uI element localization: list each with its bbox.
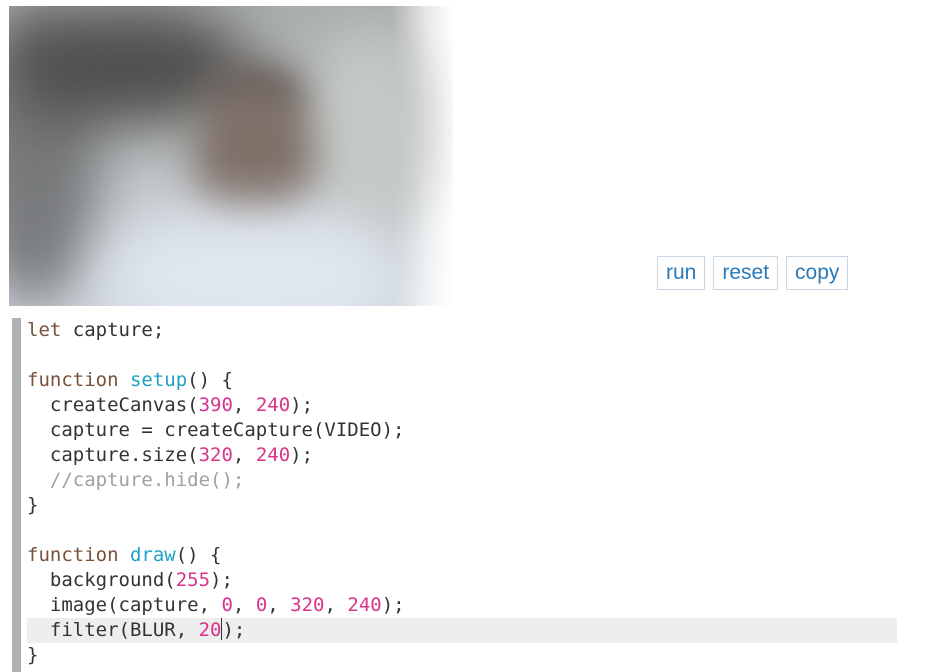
code-line[interactable]: image(capture, 0, 0, 320, 240); — [27, 593, 897, 618]
sketch-canvas — [9, 6, 453, 306]
code-text[interactable]: let capture; function setup() { createCa… — [27, 318, 897, 668]
code-line-empty[interactable] — [27, 518, 897, 543]
keyword-token: let — [27, 319, 62, 341]
code-line-empty[interactable] — [27, 343, 897, 368]
code-token: ); — [222, 619, 246, 641]
code-line[interactable]: background(255); — [27, 568, 897, 593]
code-token: , — [232, 594, 256, 616]
number-token: 240 — [255, 394, 291, 416]
code-line-active[interactable]: filter(BLUR, 20); — [27, 618, 897, 643]
code-token: background( — [27, 569, 176, 591]
code-token: capture; — [61, 319, 165, 341]
code-line[interactable]: function draw() { — [27, 543, 897, 568]
editor-gutter — [12, 318, 21, 672]
comment-token: //capture.hide(); — [27, 469, 245, 491]
code-line[interactable]: capture.size(320, 240); — [27, 443, 897, 468]
code-token: () { — [187, 369, 233, 391]
code-editor[interactable]: let capture; function setup() { createCa… — [9, 318, 897, 672]
code-line[interactable]: let capture; — [27, 318, 897, 343]
number-token: 320 — [290, 594, 325, 616]
code-line[interactable]: //capture.hide(); — [27, 468, 897, 493]
keyword-token: function — [27, 544, 119, 566]
number-token: 240 — [255, 444, 291, 466]
code-token: , — [232, 394, 256, 416]
code-token: capture = createCapture(VIDEO); — [27, 419, 405, 441]
number-token: 320 — [198, 444, 233, 466]
code-line[interactable]: } — [27, 493, 897, 518]
video-wall-region — [309, 26, 429, 236]
code-token: capture.size( — [27, 444, 199, 466]
code-line[interactable]: capture = createCapture(VIDEO); — [27, 418, 897, 443]
number-token: 255 — [175, 569, 211, 591]
copy-button[interactable]: copy — [786, 256, 849, 290]
editor-controls: run reset copy — [657, 256, 849, 290]
code-token: ); — [290, 394, 314, 416]
code-token: ); — [381, 594, 405, 616]
code-token: } — [27, 644, 39, 666]
number-token: 0 — [221, 594, 233, 616]
number-token: 20 — [198, 619, 222, 641]
keyword-token: function — [27, 369, 119, 391]
code-line[interactable]: } — [27, 643, 897, 668]
code-line[interactable]: createCanvas(390, 240); — [27, 393, 897, 418]
code-token: createCanvas( — [27, 394, 199, 416]
code-token: , — [267, 594, 291, 616]
code-token: () { — [175, 544, 222, 566]
webcam-video-blurred — [9, 6, 453, 306]
reset-button[interactable]: reset — [713, 256, 779, 290]
number-token: 240 — [347, 594, 382, 616]
code-token: ); — [290, 444, 314, 466]
code-token: } — [27, 494, 39, 516]
function-name-token: draw — [129, 544, 176, 566]
code-token: , — [324, 594, 348, 616]
number-token: 390 — [198, 394, 233, 416]
code-token: , — [232, 444, 256, 466]
run-button[interactable]: run — [657, 256, 706, 290]
code-token: filter(BLUR, — [27, 619, 199, 641]
function-name-token: setup — [129, 369, 188, 391]
number-token: 0 — [255, 594, 268, 616]
code-token: ); — [210, 569, 233, 591]
code-token: image(capture, — [27, 594, 222, 616]
code-line[interactable]: function setup() { — [27, 368, 897, 393]
